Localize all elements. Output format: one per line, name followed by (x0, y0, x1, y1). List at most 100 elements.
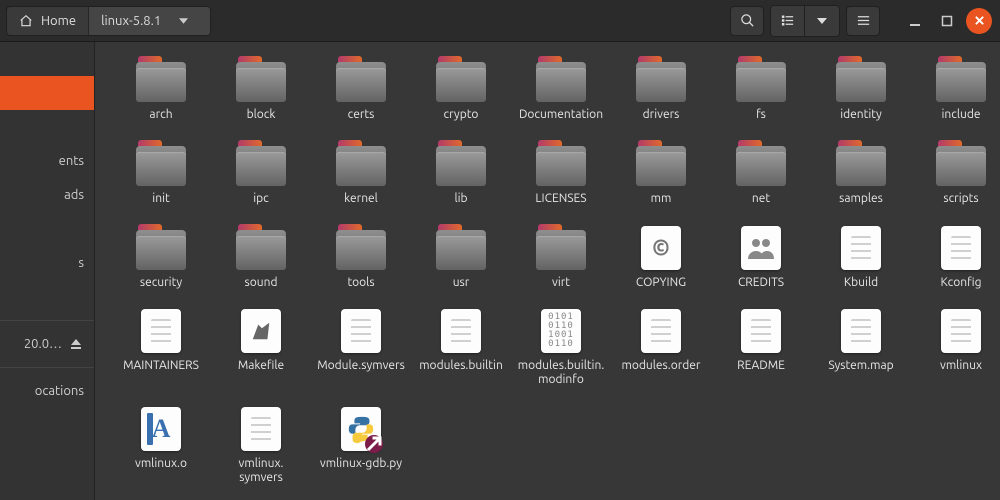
sidebar-item-label: ents (59, 154, 84, 168)
folder-icon (433, 56, 489, 104)
object-file-icon: A (141, 407, 181, 451)
folder-icon (633, 56, 689, 104)
maximize-button[interactable] (934, 8, 960, 34)
file-item[interactable]: Module.symvers (317, 307, 405, 387)
file-label: LICENSES (535, 192, 586, 206)
file-item[interactable]: usr (417, 224, 505, 290)
file-label: tools (347, 276, 374, 290)
text-file-icon (841, 309, 881, 353)
file-label: init (152, 192, 169, 206)
file-label: identity (840, 108, 882, 122)
file-item[interactable]: lib (417, 140, 505, 206)
sidebar-item[interactable] (0, 280, 94, 314)
file-item[interactable]: Avmlinux.o (117, 405, 205, 485)
file-item[interactable]: block (217, 56, 305, 122)
folder-icon (133, 224, 189, 272)
sidebar-item-label: ads (64, 188, 84, 202)
file-item[interactable]: init (117, 140, 205, 206)
file-item[interactable]: arch (117, 56, 205, 122)
file-label: Documentation (519, 108, 603, 122)
folder-icon (833, 56, 889, 104)
sidebar-item[interactable]: ocations (0, 374, 94, 408)
file-label: security (140, 276, 182, 290)
file-label: vmlinux (940, 359, 982, 373)
folder-icon (533, 224, 589, 272)
file-item[interactable]: security (117, 224, 205, 290)
file-item[interactable]: vmlinux (917, 307, 1000, 387)
file-item[interactable]: certs (317, 56, 405, 122)
sidebar-item-label: 20.0… (24, 337, 62, 351)
file-item[interactable]: Kconfig (917, 224, 1000, 290)
folder-icon (733, 140, 789, 188)
file-item[interactable]: sound (217, 224, 305, 290)
file-item[interactable]: samples (817, 140, 905, 206)
file-item[interactable]: LICENSES (517, 140, 605, 206)
folder-icon (933, 140, 989, 188)
view-controls (770, 5, 840, 37)
path-bar: Home linux-5.8.1 (6, 6, 211, 36)
file-item[interactable]: vmlinux-gdb.py (317, 405, 405, 485)
folder-icon (233, 56, 289, 104)
folder-icon (633, 140, 689, 188)
list-view-button[interactable] (771, 6, 805, 36)
sidebar-item[interactable] (0, 110, 94, 144)
file-item[interactable]: identity (817, 56, 905, 122)
file-item[interactable]: ©COPYING (617, 224, 705, 290)
file-label: System.map (828, 359, 893, 373)
file-item[interactable]: fs (717, 56, 805, 122)
close-icon (974, 15, 985, 26)
icon-grid: archblockcerts crypto Documentation drivers… (117, 56, 978, 485)
file-label: Kbuild (844, 276, 878, 290)
file-item[interactable]: MAINTAINERS (117, 307, 205, 387)
text-file-icon (841, 226, 881, 270)
sidebar-item[interactable]: ads (0, 178, 94, 212)
path-current-label: linux-5.8.1 (101, 14, 161, 28)
eject-icon[interactable] (68, 336, 84, 352)
file-label: crypto (444, 108, 479, 122)
file-item[interactable]: modules.order (617, 307, 705, 387)
sidebar-item[interactable] (0, 42, 94, 76)
hamburger-button[interactable] (846, 6, 880, 36)
file-item[interactable]: kernel (317, 140, 405, 206)
path-current[interactable]: linux-5.8.1 (89, 7, 210, 35)
file-label: virt (552, 276, 570, 290)
search-button[interactable] (730, 6, 764, 36)
sidebar-item[interactable]: 20.0… (0, 327, 94, 361)
sidebar-item[interactable]: s (0, 246, 94, 280)
file-item[interactable]: include (917, 56, 1000, 122)
sidebar-item[interactable]: ents (0, 144, 94, 178)
sidebar-item[interactable] (0, 212, 94, 246)
file-item[interactable]: README (717, 307, 805, 387)
file-item[interactable]: 0101011010010110modules.builtin.modinfo (517, 307, 605, 387)
file-item[interactable]: net (717, 140, 805, 206)
file-item[interactable]: drivers (617, 56, 705, 122)
file-item[interactable]: virt (517, 224, 605, 290)
file-item[interactable]: Documentation (517, 56, 605, 122)
view-options-button[interactable] (805, 6, 839, 36)
file-item[interactable]: CREDITS (717, 224, 805, 290)
sidebar-item[interactable] (0, 76, 94, 110)
file-label: vmlinux.o (135, 457, 187, 471)
file-item[interactable]: vmlinux.symvers (217, 405, 305, 485)
file-item[interactable]: tools (317, 224, 405, 290)
file-label: Makefile (238, 359, 284, 373)
minimize-icon (909, 15, 921, 27)
file-item[interactable]: ipc (217, 140, 305, 206)
minimize-button[interactable] (902, 8, 928, 34)
path-dropdown-icon (169, 18, 198, 24)
maximize-icon (941, 15, 953, 27)
file-label: scripts (943, 192, 978, 206)
file-item[interactable]: Kbuild (817, 224, 905, 290)
file-item[interactable]: mm (617, 140, 705, 206)
file-item[interactable]: modules.builtin (417, 307, 505, 387)
symlink-badge (365, 435, 383, 453)
folder-icon (133, 140, 189, 188)
file-item[interactable]: crypto (417, 56, 505, 122)
file-item[interactable]: Makefile (217, 307, 305, 387)
folder-icon (133, 56, 189, 104)
path-home[interactable]: Home (7, 7, 89, 35)
file-item[interactable]: scripts (917, 140, 1000, 206)
close-button[interactable] (966, 8, 992, 34)
file-item[interactable]: System.map (817, 307, 905, 387)
content-area[interactable]: archblockcerts crypto Documentation drivers… (95, 42, 1000, 500)
